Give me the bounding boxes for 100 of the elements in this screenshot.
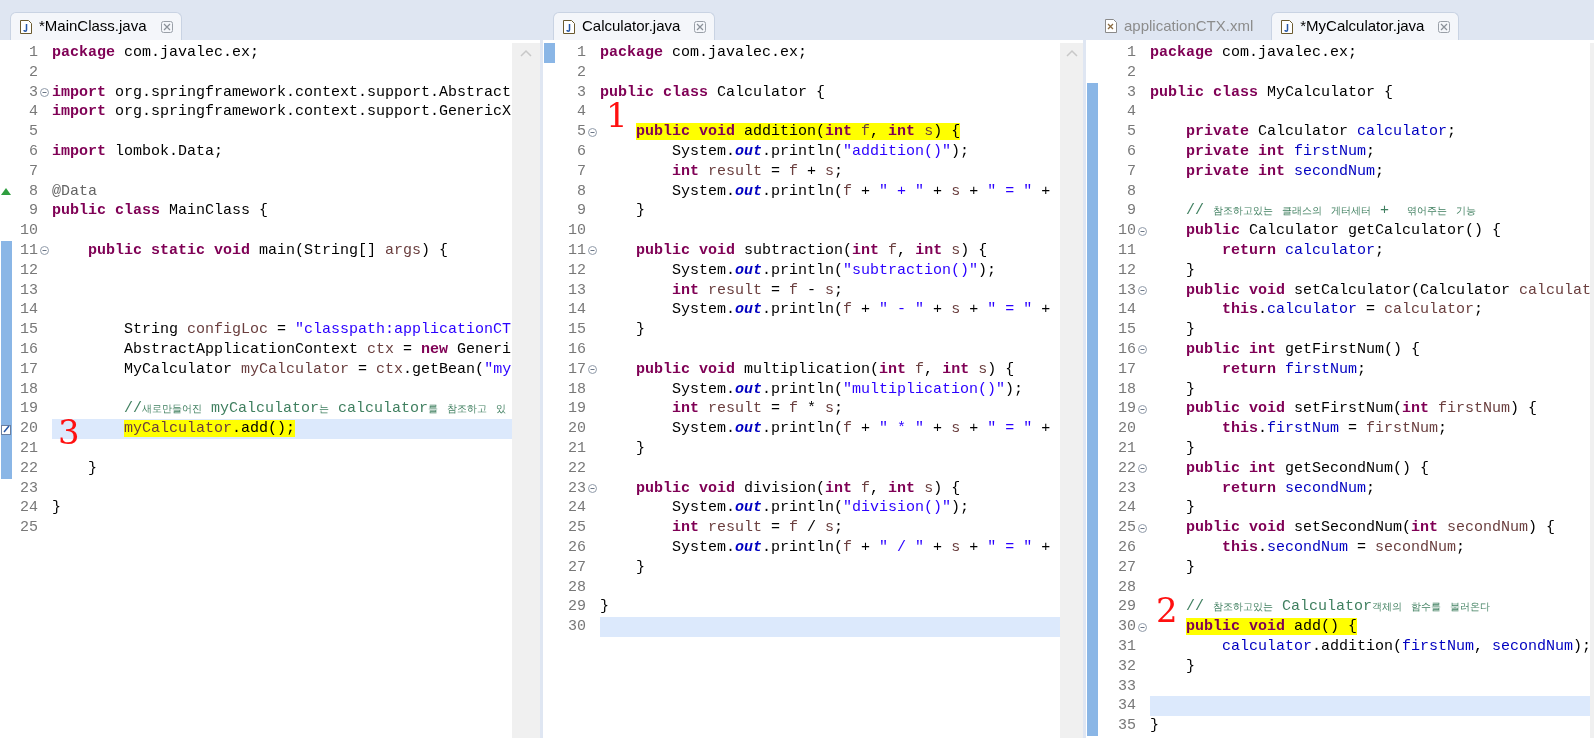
line-number: 16 [568, 339, 586, 360]
collapse-icon[interactable] [39, 246, 49, 256]
line-number: 3 [1127, 82, 1136, 103]
line-number: 26 [568, 537, 586, 558]
line-number: 19 [568, 399, 586, 420]
close-icon[interactable] [694, 20, 707, 33]
collapse-icon[interactable] [39, 88, 49, 97]
line-number: 35 [1118, 716, 1136, 736]
editor-tab[interactable]: *MyCalculator.java [1271, 12, 1460, 40]
line-number: 18 [568, 379, 586, 400]
tab-label: *MainClass.java [39, 16, 147, 37]
line-number: 20 [568, 419, 586, 439]
line-number: 5 [577, 122, 586, 142]
tab-label: applicationCTX.xml [1124, 15, 1254, 36]
line-number: 4 [29, 102, 38, 123]
line-number: 28 [568, 577, 586, 598]
triangle-icon [1, 187, 11, 195]
line-number: 20 [1118, 419, 1136, 439]
java-file-icon [1280, 18, 1295, 35]
line-number: 13 [1118, 280, 1136, 301]
line-number: 4 [1127, 102, 1136, 123]
line-number: 3 [29, 82, 38, 103]
editor-tab[interactable]: *MainClass.java [10, 12, 182, 40]
java-file-icon [19, 18, 33, 35]
change-bar [543, 43, 555, 63]
line-number: 17 [568, 359, 586, 380]
collapse-icon[interactable] [587, 246, 597, 256]
line-number: 8 [1127, 181, 1136, 202]
line-number: 18 [20, 379, 38, 400]
change-bar [0, 438, 12, 459]
line-number: 25 [568, 518, 586, 538]
line-number: 15 [1118, 320, 1136, 340]
line-number: 23 [568, 478, 586, 499]
collapse-icon[interactable] [587, 127, 597, 137]
line-number: 12 [568, 260, 586, 281]
line-number: 23 [20, 478, 38, 499]
collapse-icon[interactable] [1137, 404, 1147, 414]
line-number: 15 [20, 320, 38, 340]
collapse-icon[interactable] [1137, 523, 1147, 533]
line-number: 11 [568, 240, 586, 261]
line-number: 29 [568, 597, 586, 618]
line-number: 1 [577, 43, 586, 63]
line-number: 14 [20, 300, 38, 321]
line-number: 13 [568, 280, 586, 301]
line-number: 22 [568, 458, 586, 479]
collapse-icon[interactable] [1137, 464, 1147, 474]
line-number: 7 [1127, 161, 1136, 182]
line-number: 8 [29, 181, 38, 202]
collapse-icon[interactable] [1137, 226, 1147, 236]
line-number: 7 [29, 161, 38, 182]
line-number: 25 [20, 518, 38, 538]
collapse-icon[interactable] [1137, 345, 1147, 355]
line-number: 30 [1118, 617, 1136, 637]
line-number: 25 [1118, 518, 1136, 538]
line-number: 26 [1118, 537, 1136, 558]
line-number: 5 [1127, 122, 1136, 142]
line-number: 27 [568, 557, 586, 578]
editor-area[interactable] [1086, 40, 1594, 738]
editor-area[interactable] [543, 40, 1083, 738]
change-bar [0, 458, 12, 479]
line-number: 24 [1118, 498, 1136, 519]
line-number: 19 [20, 399, 38, 420]
line-number: 21 [20, 438, 38, 459]
close-icon[interactable] [1438, 20, 1451, 33]
java-file-icon [562, 18, 576, 35]
tab-label: Calculator.java [582, 16, 681, 37]
line-number: 20 [20, 419, 38, 439]
collapse-icon[interactable] [587, 483, 597, 493]
line-number: 2 [577, 62, 586, 83]
line-number: 6 [1127, 142, 1136, 162]
line-number: 10 [20, 221, 38, 241]
line-number: 32 [1118, 656, 1136, 677]
line-number: 4 [577, 102, 586, 123]
line-number: 18 [1118, 379, 1136, 400]
line-number: 9 [577, 201, 586, 222]
line-number: 16 [20, 339, 38, 360]
line-number: 22 [20, 458, 38, 479]
line-number: 23 [1118, 478, 1136, 499]
collapse-icon[interactable] [587, 365, 597, 375]
line-number: 31 [1118, 636, 1136, 657]
line-number: 9 [29, 201, 38, 222]
line-number: 24 [568, 498, 586, 519]
line-number: 11 [1118, 240, 1136, 261]
close-icon[interactable] [160, 20, 173, 33]
line-number: 3 [577, 82, 586, 103]
change-bar [1086, 82, 1098, 103]
line-number: 16 [1118, 339, 1136, 360]
line-number: 19 [1118, 399, 1136, 420]
line-number: 27 [1118, 557, 1136, 578]
line-number: 30 [568, 617, 586, 637]
collapse-icon[interactable] [1137, 285, 1147, 295]
collapse-icon[interactable] [1137, 622, 1147, 632]
line-number: 21 [568, 438, 586, 459]
line-number: 1 [1127, 43, 1136, 63]
line-number: 15 [568, 320, 586, 340]
line-number: 9 [1127, 201, 1136, 222]
editor-area[interactable] [0, 40, 540, 738]
editor-tab[interactable]: Calculator.java [553, 12, 716, 40]
line-number: 17 [1118, 359, 1136, 380]
xml-file-icon [1104, 18, 1118, 34]
